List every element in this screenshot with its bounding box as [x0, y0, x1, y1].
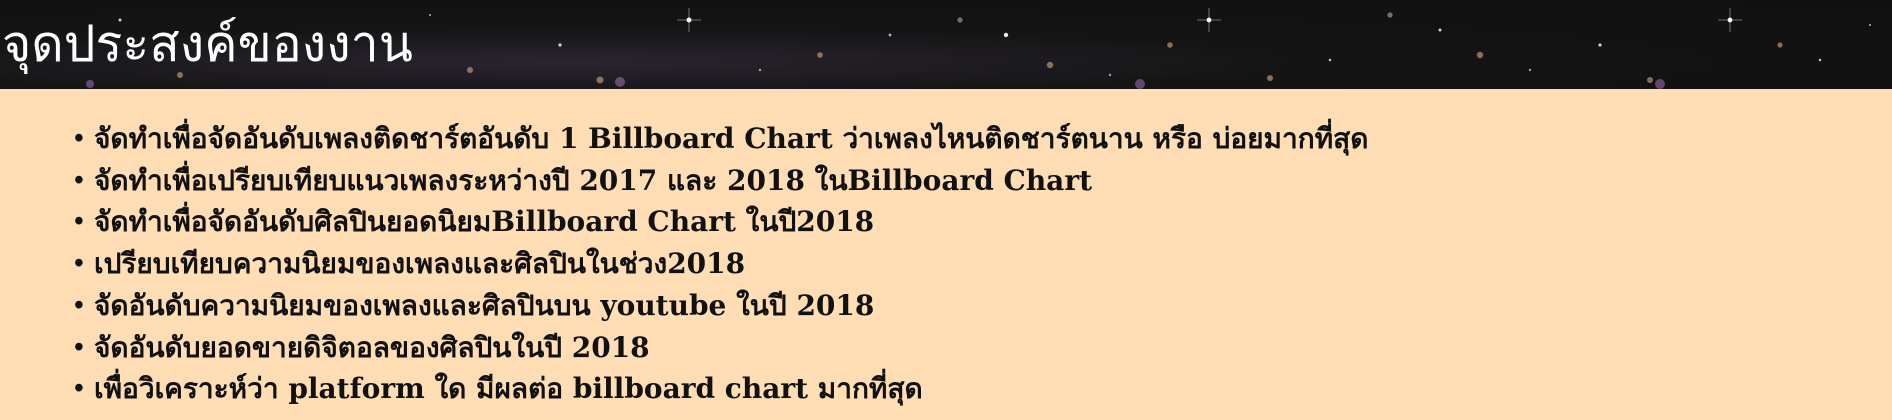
header-banner: จุดประสงค์ของงาน — [0, 0, 1892, 89]
list-item: • จัดอันดับยอดขายดิจิตอลของศิลปินในปี 201… — [74, 327, 1368, 369]
bullet-icon: • — [74, 373, 84, 405]
list-item: • จัดทำเพื่อจัดอันดับศิลปินยอดนิยมBillboa… — [74, 201, 1368, 243]
bullet-icon: • — [74, 331, 84, 363]
bullet-icon: • — [74, 289, 84, 321]
list-item: • เปรียบเทียบความนิยมของเพลงและศิลปินในช่… — [74, 243, 1368, 285]
list-item-text: เปรียบเทียบความนิยมของเพลงและศิลปินในช่ว… — [94, 247, 746, 281]
list-item: • จัดอันดับความนิยมของเพลงและศิลปินบน you… — [74, 285, 1368, 327]
list-item: • จัดทำเพื่อจัดอันดับเพลงติดชาร์ตอันดับ 1… — [74, 118, 1368, 160]
page-title: จุดประสงค์ของงาน — [2, 15, 413, 73]
list-item-text: จัดทำเพื่อจัดอันดับเพลงติดชาร์ตอันดับ 1 … — [94, 122, 1369, 155]
list-item-text: เพื่อวิเคราะห์ว่า platform ใด มีผลต่อ bi… — [94, 372, 923, 406]
bullet-icon: • — [74, 123, 84, 154]
list-item-text: จัดอันดับความนิยมของเพลงและศิลปินบน yout… — [94, 288, 875, 322]
bullet-icon: • — [74, 206, 84, 238]
goals-list: • จัดทำเพื่อจัดอันดับเพลงติดชาร์ตอันดับ 1… — [74, 118, 1368, 410]
content-area: • จัดทำเพื่อจัดอันดับเพลงติดชาร์ตอันดับ 1… — [0, 89, 1892, 420]
bullet-icon: • — [74, 248, 84, 280]
list-item-text: จัดอันดับยอดขายดิจิตอลของศิลปินในปี 2018 — [94, 330, 650, 364]
list-item-text: จัดทำเพื่อเปรียบเทียบแนวเพลงระหว่างปี 20… — [94, 163, 1093, 197]
list-item: • เพื่อวิเคราะห์ว่า platform ใด มีผลต่อ b… — [74, 368, 1368, 410]
list-item: • จัดทำเพื่อเปรียบเทียบแนวเพลงระหว่างปี 2… — [74, 160, 1368, 202]
bullet-icon: • — [74, 164, 84, 196]
list-item-text: จัดทำเพื่อจัดอันดับศิลปินยอดนิยมBillboar… — [94, 205, 875, 239]
